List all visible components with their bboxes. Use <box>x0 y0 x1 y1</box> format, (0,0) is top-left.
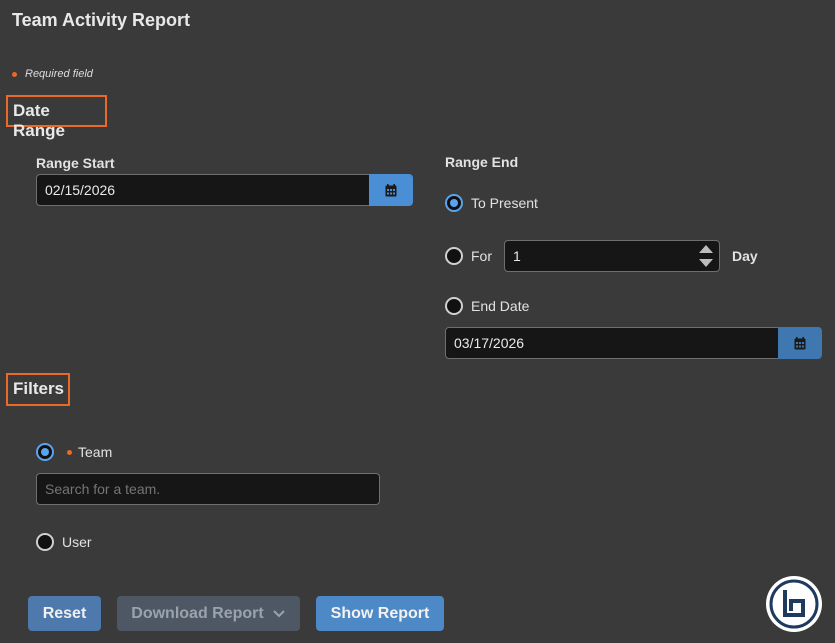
range-start-input[interactable]: 02/15/2026 <box>36 174 370 206</box>
to-present-label: To Present <box>471 195 538 211</box>
user-label: User <box>62 534 92 550</box>
range-end-label: Range End <box>445 154 519 170</box>
team-radio[interactable] <box>36 443 54 461</box>
for-quantity-value: 1 <box>513 248 521 264</box>
brand-logo <box>766 576 822 632</box>
for-label: For <box>471 248 492 264</box>
for-unit-label: Day <box>732 248 758 264</box>
required-dot-icon <box>12 71 17 77</box>
page-title: Team Activity Report <box>12 10 191 30</box>
chevron-down-icon <box>273 609 285 617</box>
for-radio[interactable] <box>445 247 463 265</box>
calendar-icon <box>794 336 806 349</box>
team-option: Team <box>67 444 112 460</box>
stepper-up-down-icon <box>699 245 713 267</box>
end-date-calendar-button[interactable] <box>778 327 822 359</box>
end-date-input[interactable]: 03/17/2026 <box>445 327 779 359</box>
download-report-button[interactable]: Download Report <box>117 596 300 631</box>
calendar-icon <box>385 183 397 196</box>
end-date-radio[interactable] <box>445 297 463 315</box>
stepper-arrows[interactable] <box>698 243 714 269</box>
team-search-input[interactable] <box>36 473 380 505</box>
user-radio[interactable] <box>36 533 54 551</box>
team-label: Team <box>78 444 113 460</box>
reset-button[interactable]: Reset <box>28 596 101 631</box>
date-range-heading: Date Range <box>6 95 107 140</box>
end-date-label: End Date <box>471 298 530 314</box>
download-report-label: Download Report <box>131 604 264 622</box>
brand-logo-icon <box>769 579 819 629</box>
range-start-calendar-button[interactable] <box>369 174 413 206</box>
for-quantity-stepper[interactable]: 1 <box>504 240 720 272</box>
to-present-radio[interactable] <box>445 194 463 212</box>
required-field-text: Required field <box>25 68 93 80</box>
filters-heading: Filters <box>6 373 70 406</box>
required-dot-icon <box>67 449 72 455</box>
range-start-label: Range Start <box>36 155 115 171</box>
show-report-button[interactable]: Show Report <box>316 596 444 631</box>
required-field-note: Required field <box>12 68 93 80</box>
